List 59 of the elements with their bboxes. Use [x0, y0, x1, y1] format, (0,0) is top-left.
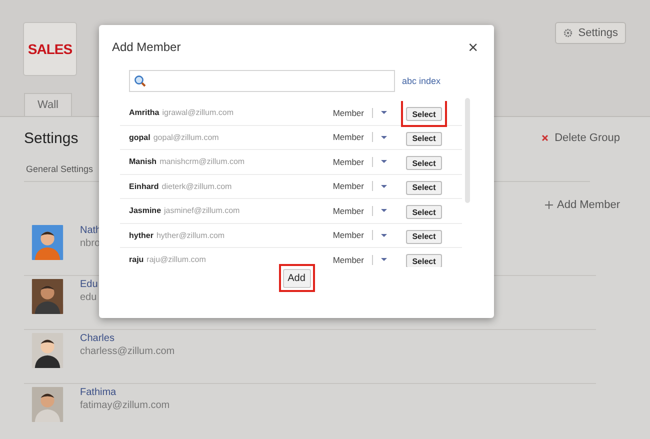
settings-button[interactable]: Settings: [555, 22, 626, 44]
member-name[interactable]: Fathima: [80, 387, 170, 398]
role-dropdown[interactable]: Member: [332, 206, 387, 216]
caret-icon: [381, 184, 387, 188]
member-email: edu: [80, 292, 98, 303]
search-field[interactable]: [129, 70, 395, 92]
role-dropdown[interactable]: Member: [332, 230, 387, 240]
role-dropdown[interactable]: Member: [332, 108, 387, 118]
role-dropdown[interactable]: Member: [332, 156, 387, 167]
user-name: Jasmine: [129, 206, 162, 216]
caret-icon: [381, 209, 387, 212]
plus-icon: [545, 201, 554, 209]
select-button[interactable]: Select: [406, 205, 442, 220]
close-button[interactable]: ×: [468, 38, 478, 56]
dialog-title: Add Member: [112, 40, 181, 54]
member-email: nbro: [80, 238, 102, 249]
general-settings-tab[interactable]: General Settings: [24, 161, 96, 177]
select-button[interactable]: Select: [406, 180, 442, 195]
role-dropdown[interactable]: Member: [332, 254, 387, 265]
add-member-link[interactable]: Add Member: [545, 199, 620, 211]
caret-icon: [381, 111, 387, 114]
user-email: jasminef@zillum.com: [164, 206, 240, 216]
select-button[interactable]: Select: [406, 156, 442, 170]
add-button[interactable]: Add: [282, 269, 310, 288]
wall-tab[interactable]: Wall: [24, 93, 72, 116]
user-email: raju@zillum.com: [146, 255, 206, 264]
user-name: gopal: [129, 132, 150, 142]
role-dropdown[interactable]: Member: [332, 181, 387, 192]
user-email: dieterk@zillum.com: [162, 182, 232, 191]
user-email: igrawal@zillum.com: [162, 108, 234, 118]
member-email: fatimay@zillum.com: [80, 400, 170, 411]
settings-icon: [563, 28, 574, 38]
caret-icon: [381, 258, 387, 262]
user-name: hyther: [129, 230, 154, 240]
user-email: manishcrm@zillum.com: [160, 157, 245, 166]
user-name: Manish: [129, 157, 157, 166]
select-button[interactable]: Select: [406, 230, 442, 244]
delete-icon: [542, 135, 548, 141]
caret-icon: [381, 234, 387, 237]
user-name: Einhard: [129, 182, 159, 191]
member-name[interactable]: Edu: [80, 279, 98, 290]
role-dropdown[interactable]: Member: [332, 132, 387, 142]
scrollbar[interactable]: [465, 98, 470, 203]
member-email: charless@zillum.com: [80, 346, 175, 357]
user-name: Amritha: [129, 108, 160, 118]
delete-group-link[interactable]: Delete Group: [542, 132, 620, 144]
search-icon: [134, 75, 146, 87]
caret-icon: [381, 160, 387, 164]
section-title: Settings: [24, 130, 78, 146]
member-name[interactable]: Charles: [80, 333, 175, 344]
select-button[interactable]: Select: [406, 254, 442, 267]
abc-index-link[interactable]: abc index: [402, 76, 441, 86]
user-email: gopal@zillum.com: [153, 132, 219, 142]
user-email: hyther@zillum.com: [156, 230, 225, 240]
logo: SALES: [23, 22, 77, 76]
caret-icon: [381, 136, 387, 139]
select-button[interactable]: Select: [406, 107, 442, 122]
select-button[interactable]: Select: [406, 132, 442, 146]
user-name: raju: [129, 255, 144, 264]
